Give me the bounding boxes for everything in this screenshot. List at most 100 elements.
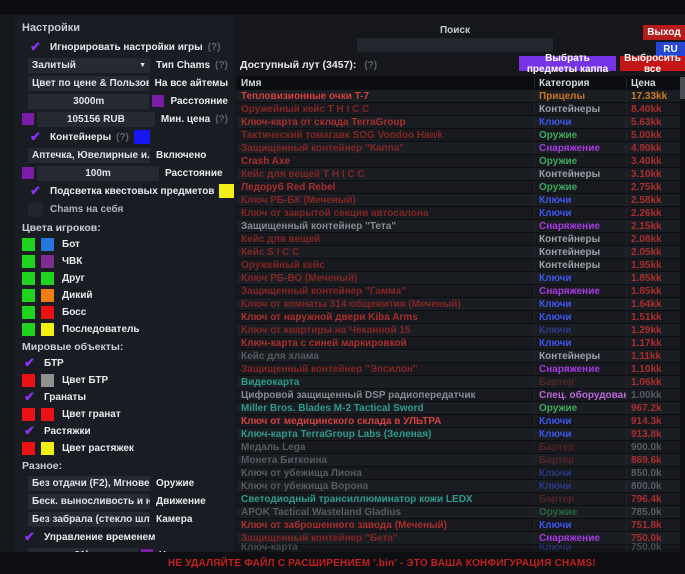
table-row[interactable]: Ключ от квартиры на Чеканной 15Ключи1.29…	[237, 324, 680, 337]
table-row[interactable]: Ключ-карта TerraGroup Labs (Зеленая)Ключ…	[237, 428, 680, 441]
checkbox-checked-icon[interactable]: ✔	[22, 424, 37, 439]
checkbox-unchecked-icon[interactable]	[28, 202, 43, 217]
table-row[interactable]: Ключ РБ-БК (Меченый)Ключи2.58kk	[237, 194, 680, 207]
player-color-swatch-1[interactable]	[22, 272, 35, 285]
world-object-row[interactable]: ✔Гранаты	[22, 390, 228, 404]
table-row[interactable]: Защищенный контейнер "Гамма"Снаряжение1.…	[237, 285, 680, 298]
table-row[interactable]: Защищенный контейнер "Каппа"Снаряжение4.…	[237, 142, 680, 155]
help-icon[interactable]: (?)	[116, 132, 129, 143]
exit-button[interactable]: Выход	[643, 25, 685, 40]
table-row[interactable]: Медаль LegaБартер900.0k	[237, 441, 680, 454]
table-row[interactable]: Ключ от комнаты 314 общежития (Меченый)К…	[237, 298, 680, 311]
table-row[interactable]: Ключ от заброшенного завода (Меченый)Клю…	[237, 519, 680, 532]
column-header-price[interactable]: Цена	[626, 78, 680, 89]
containers-row[interactable]: ✔ Контейнеры (?)	[22, 129, 228, 145]
world-color-swatch-2[interactable]	[41, 442, 54, 455]
checkbox-checked-icon[interactable]: ✔	[22, 356, 37, 371]
table-row[interactable]: Ключ-картаКлючи750.0k	[237, 545, 680, 550]
table-row[interactable]: Ледоруб Red RebelОружие2.75kk	[237, 181, 680, 194]
item-price-cell: 17.33kk	[626, 91, 680, 102]
table-row[interactable]: Оружейный кейсКонтейнеры1.95kk	[237, 259, 680, 272]
min-price-input[interactable]: 105156 RUB	[37, 112, 155, 127]
table-row[interactable]: APOK Tactical Wasteland GladiusОружие785…	[237, 506, 680, 519]
color-mode-dropdown[interactable]: Цвет по цене & Пользователь ▼	[28, 76, 149, 91]
table-row[interactable]: Crash AxeОружие3.40kk	[237, 155, 680, 168]
world-object-row[interactable]: ✔Растяжки	[22, 424, 228, 438]
player-color-swatch-2[interactable]	[41, 323, 54, 336]
checkbox-checked-icon[interactable]: ✔	[28, 184, 43, 199]
quest-highlight-row[interactable]: ✔ Подсветка квестовых предметов	[22, 183, 228, 199]
chams-self-row[interactable]: Chams на себя	[22, 201, 228, 217]
table-row[interactable]: Цифровой защищенный DSP радиопередатчикС…	[237, 389, 680, 402]
player-color-swatch-1[interactable]	[22, 323, 35, 336]
min-price-color-swatch[interactable]	[22, 113, 34, 125]
table-row[interactable]: Ключ от медицинского склада в УЛЬТРАКлюч…	[237, 415, 680, 428]
quest-color-swatch[interactable]	[219, 184, 234, 198]
checkbox-checked-icon[interactable]: ✔	[28, 40, 43, 55]
world-color-swatch-2[interactable]	[41, 374, 54, 387]
help-icon[interactable]: (?)	[364, 60, 377, 71]
table-scrollbar[interactable]	[680, 76, 685, 552]
table-row[interactable]: Ключ-карта с синей маркировкойКлючи1.17k…	[237, 337, 680, 350]
table-row[interactable]: Светодиодный трансиллюминатор кожи LEDXБ…	[237, 493, 680, 506]
table-row[interactable]: Защищенный контейнер "Эпсилон"Снаряжение…	[237, 363, 680, 376]
help-icon[interactable]: (?)	[215, 60, 228, 71]
table-row[interactable]: Miller Bros. Blades M-2 Tactical SwordОр…	[237, 402, 680, 415]
world-color-swatch-1[interactable]	[22, 408, 35, 421]
player-color-swatch-1[interactable]	[22, 238, 35, 251]
player-color-swatch-2[interactable]	[41, 238, 54, 251]
checkbox-checked-icon[interactable]: ✔	[28, 130, 43, 145]
table-row[interactable]: Ключ от убежища ЛионаКлючи850.0k	[237, 467, 680, 480]
table-row[interactable]: Монета БиткоинаБартер869.6k	[237, 454, 680, 467]
scrollbar-thumb[interactable]	[680, 77, 685, 99]
player-color-swatch-1[interactable]	[22, 255, 35, 268]
player-color-swatch-1[interactable]	[22, 306, 35, 319]
player-color-swatch-2[interactable]	[41, 289, 54, 302]
column-header-name[interactable]: Имя	[237, 78, 534, 89]
help-icon[interactable]: (?)	[208, 42, 221, 53]
help-icon[interactable]: (?)	[215, 114, 228, 125]
player-color-swatch-2[interactable]	[41, 272, 54, 285]
table-row[interactable]: Ключ от закрытой секции автосалонаКлючи2…	[237, 207, 680, 220]
misc-dropdown[interactable]: Беск. выносливость и нет уста▼	[28, 494, 150, 509]
player-color-swatch-2[interactable]	[41, 255, 54, 268]
misc-dropdown[interactable]: Без забрала (стекло шлема)▼	[28, 512, 150, 527]
containers-distance-input[interactable]: 100m	[37, 166, 159, 181]
misc-dropdown[interactable]: Без отдачи (F2), Мгновенное п▼	[28, 476, 150, 491]
player-color-swatch-1[interactable]	[22, 289, 35, 302]
item-name-cell: Miller Bros. Blades M-2 Tactical Sword	[237, 403, 534, 414]
world-color-swatch-2[interactable]	[41, 408, 54, 421]
table-row[interactable]: Кейс S I C CКонтейнеры2.05kk	[237, 246, 680, 259]
table-row[interactable]: Тактический томагавк SOG Voodoo HawkОруж…	[237, 129, 680, 142]
item-name-cell: Ключ от медицинского склада в УЛЬТРА	[237, 416, 534, 427]
checkbox-checked-icon[interactable]: ✔	[22, 530, 37, 545]
world-color-swatch-1[interactable]	[22, 374, 35, 387]
column-header-category[interactable]: Категория	[534, 78, 626, 89]
world-color-swatch-1[interactable]	[22, 442, 35, 455]
containers-type-dropdown[interactable]: Аптечка, Ювелирные и... ▼	[28, 148, 150, 163]
table-row[interactable]: Кейс для хламаКонтейнеры1.11kk	[237, 350, 680, 363]
table-row[interactable]: Оружейный кейс T H I C CКонтейнеры8.40kk	[237, 103, 680, 116]
world-object-row[interactable]: ✔БТР	[22, 356, 228, 370]
checkbox-checked-icon[interactable]: ✔	[22, 390, 37, 405]
table-row[interactable]: Ключ от наружной двери Kiba ArmsКлючи1.5…	[237, 311, 680, 324]
distance-color-swatch[interactable]	[152, 95, 164, 107]
drop-all-button[interactable]: Выбросить все	[620, 56, 685, 71]
table-row[interactable]: Кейс для вещейКонтейнеры2.08kk	[237, 233, 680, 246]
table-row[interactable]: Ключ-карта от склада TerraGroupКлючи5.63…	[237, 116, 680, 129]
table-row[interactable]: Тепловизионные очки T-7Прицелы17.33kk	[237, 90, 680, 103]
time-control-row[interactable]: ✔ Управление временем	[22, 529, 228, 545]
containers-distance-swatch[interactable]	[22, 167, 34, 179]
chams-type-dropdown[interactable]: Залитый ▼	[28, 58, 150, 73]
search-input[interactable]	[357, 38, 553, 52]
containers-color-swatch[interactable]	[134, 130, 150, 144]
table-row[interactable]: ВидеокартаБартер1.06kk	[237, 376, 680, 389]
table-row[interactable]: Кейс для вещей T H I C CКонтейнеры3.10kk	[237, 168, 680, 181]
player-color-swatch-2[interactable]	[41, 306, 54, 319]
select-kappa-items-button[interactable]: Выбрать предметы каппа	[519, 56, 616, 71]
table-row[interactable]: Ключ РБ-ВО (Меченый)Ключи1.85kk	[237, 272, 680, 285]
table-row[interactable]: Ключ от убежища ВоронаКлючи800.0k	[237, 480, 680, 493]
ignore-game-settings-row[interactable]: ✔ Игнорировать настройки игры (?)	[22, 39, 228, 55]
distance-input[interactable]: 3000m	[28, 94, 149, 109]
table-row[interactable]: Защищенный контейнер "Тета"Снаряжение2.1…	[237, 220, 680, 233]
